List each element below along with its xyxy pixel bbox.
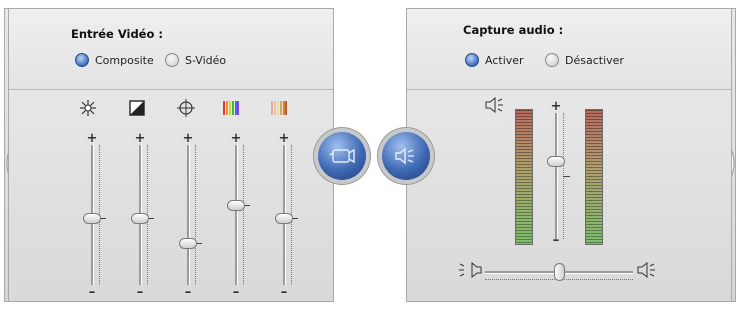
radio-activer[interactable]: Activer bbox=[465, 53, 524, 67]
video-input-header bbox=[9, 9, 333, 90]
volume-knob[interactable] bbox=[547, 155, 565, 167]
camera-icon bbox=[329, 148, 355, 164]
sharpness-knob[interactable] bbox=[179, 238, 197, 249]
radio-composite-dot[interactable] bbox=[75, 53, 89, 67]
left-level-meter bbox=[515, 109, 533, 245]
audio-capture-title: Capture audio : bbox=[463, 23, 564, 37]
hue-minus-label: – bbox=[232, 285, 240, 300]
volume-minus-label: – bbox=[552, 233, 560, 248]
sharpness-icon bbox=[177, 99, 195, 117]
hue-scale bbox=[243, 145, 244, 285]
radio-desactiver-label: Désactiver bbox=[565, 53, 624, 67]
video-capture-button[interactable] bbox=[318, 132, 366, 180]
volume-speaker-icon bbox=[485, 97, 503, 113]
radio-activer-dot[interactable] bbox=[465, 53, 479, 67]
brightness-icon bbox=[80, 100, 96, 116]
speaker-icon bbox=[395, 147, 414, 165]
balance-slider[interactable] bbox=[485, 263, 633, 287]
contrast-icon bbox=[129, 100, 145, 116]
radio-desactiver[interactable]: Désactiver bbox=[545, 53, 624, 67]
brightness-slider[interactable]: + – bbox=[83, 131, 109, 299]
sharpness-track bbox=[187, 145, 190, 285]
audio-capture-header bbox=[407, 9, 731, 90]
hue-icon bbox=[223, 101, 239, 115]
hue-knob[interactable] bbox=[227, 200, 245, 212]
saturation-plus-label: + bbox=[278, 131, 290, 146]
saturation-icon bbox=[271, 101, 287, 115]
sharpness-slider[interactable]: + – bbox=[179, 131, 205, 299]
sharpness-minus-label: – bbox=[184, 285, 192, 300]
brightness-plus-label: + bbox=[86, 131, 98, 146]
balance-knob[interactable] bbox=[554, 263, 565, 281]
radio-s-video-label: S-Vidéo bbox=[185, 53, 227, 67]
contrast-slider[interactable]: + – bbox=[131, 131, 157, 299]
video-input-panel: Entrée Vidéo : Composite S-Vidéo + – + – + – +… bbox=[8, 8, 334, 302]
volume-slider[interactable]: + – bbox=[547, 99, 573, 248]
radio-s-video-dot[interactable] bbox=[165, 53, 179, 67]
hue-slider[interactable]: + – bbox=[227, 131, 253, 299]
radio-desactiver-dot[interactable] bbox=[545, 53, 559, 67]
hue-track bbox=[235, 145, 238, 285]
brightness-knob[interactable] bbox=[83, 212, 101, 224]
brightness-minus-label: – bbox=[88, 285, 96, 300]
sharpness-scale bbox=[195, 145, 196, 285]
volume-plus-label: + bbox=[550, 99, 562, 114]
hue-plus-label: + bbox=[230, 131, 242, 146]
right-level-meter bbox=[585, 109, 603, 245]
radio-composite[interactable]: Composite bbox=[75, 53, 154, 67]
radio-activer-label: Activer bbox=[485, 53, 524, 67]
audio-capture-button[interactable] bbox=[382, 132, 430, 180]
balance-right-speaker-icon bbox=[637, 262, 655, 278]
saturation-knob[interactable] bbox=[275, 212, 293, 224]
volume-center-mark bbox=[563, 176, 570, 177]
balance-left-speaker-icon bbox=[459, 262, 482, 278]
video-input-title: Entrée Vidéo : bbox=[71, 27, 163, 41]
contrast-knob[interactable] bbox=[131, 212, 149, 224]
contrast-plus-label: + bbox=[134, 131, 146, 146]
audio-capture-panel: Capture audio : Activer Désactiver + – bbox=[406, 8, 732, 302]
contrast-minus-label: – bbox=[136, 285, 144, 300]
radio-s-video[interactable]: S-Vidéo bbox=[165, 53, 226, 67]
sharpness-plus-label: + bbox=[182, 131, 194, 146]
saturation-minus-label: – bbox=[280, 285, 288, 300]
volume-track bbox=[555, 113, 558, 239]
radio-composite-label: Composite bbox=[95, 53, 154, 67]
saturation-slider[interactable]: + – bbox=[275, 131, 301, 299]
